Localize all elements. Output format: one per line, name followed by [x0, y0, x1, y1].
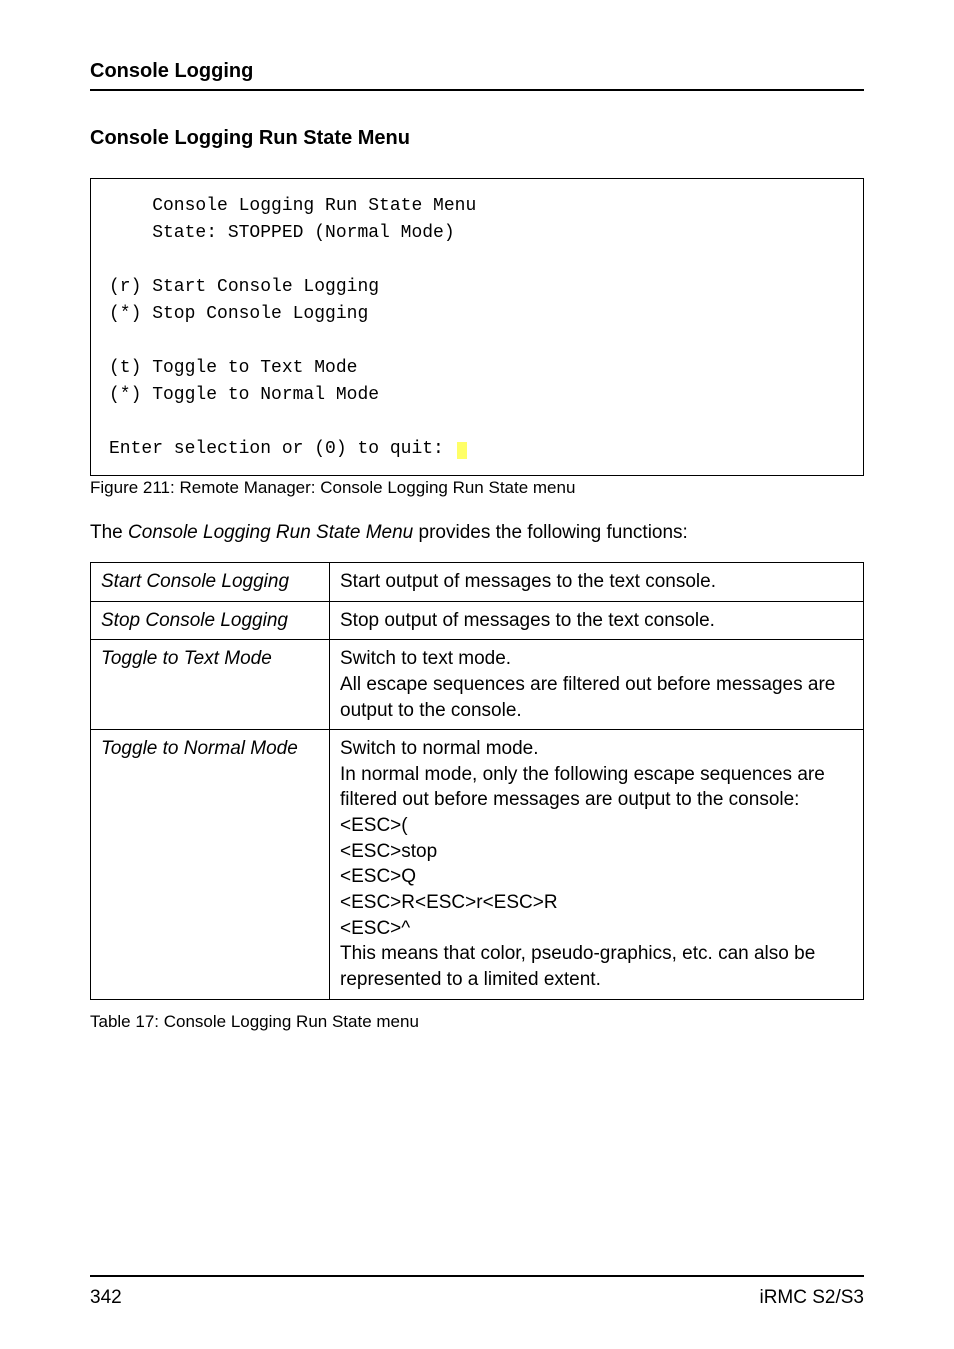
desc-line: <ESC>R<ESC>r<ESC>R: [340, 892, 558, 913]
figure-caption: Figure 211: Remote Manager: Console Logg…: [90, 478, 864, 498]
intro-emph: Console Logging Run State Menu: [128, 522, 413, 543]
func-desc: Switch to normal mode. In normal mode, o…: [330, 730, 864, 999]
desc-line: Start output of messages to the text con…: [340, 571, 716, 592]
desc-line: Stop output of messages to the text cons…: [340, 610, 715, 631]
doc-id: iRMC S2/S3: [759, 1287, 864, 1309]
console-output: Console Logging Run State Menu State: ST…: [90, 178, 864, 476]
func-desc: Start output of messages to the text con…: [330, 563, 864, 602]
console-line-6: (t) Toggle to Text Mode: [109, 358, 357, 378]
table-caption: Table 17: Console Logging Run State menu: [90, 1012, 864, 1032]
desc-line: In normal mode, only the following escap…: [340, 764, 825, 811]
console-line-0: Console Logging Run State Menu: [109, 196, 476, 216]
func-name: Start Console Logging: [91, 563, 330, 602]
cursor-icon: [457, 442, 467, 459]
desc-line: <ESC>stop: [340, 841, 437, 862]
func-name: Stop Console Logging: [91, 601, 330, 640]
console-line-7: (*) Toggle to Normal Mode: [109, 385, 379, 405]
console-line-9: Enter selection or (0) to quit:: [109, 439, 455, 459]
functions-table: Start Console Logging Start output of me…: [90, 562, 864, 1000]
page-number: 342: [90, 1287, 122, 1309]
page-header-title: Console Logging: [90, 60, 864, 91]
func-desc: Switch to text mode. All escape sequence…: [330, 640, 864, 730]
console-line-1: State: STOPPED (Normal Mode): [109, 223, 455, 243]
table-row: Start Console Logging Start output of me…: [91, 563, 864, 602]
intro-text: The Console Logging Run State Menu provi…: [90, 522, 864, 544]
desc-line: <ESC>Q: [340, 866, 416, 887]
subsection-title: Console Logging Run State Menu: [90, 127, 864, 150]
desc-line: Switch to text mode.: [340, 648, 511, 669]
func-name: Toggle to Text Mode: [91, 640, 330, 730]
table-row: Toggle to Normal Mode Switch to normal m…: [91, 730, 864, 999]
desc-line: Switch to normal mode.: [340, 738, 539, 759]
table-row: Stop Console Logging Stop output of mess…: [91, 601, 864, 640]
desc-line: <ESC>(: [340, 815, 408, 836]
intro-suffix: provides the following functions:: [413, 522, 688, 543]
intro-prefix: The: [90, 522, 128, 543]
desc-line: This means that color, pseudo-graphics, …: [340, 943, 815, 990]
func-desc: Stop output of messages to the text cons…: [330, 601, 864, 640]
desc-line: All escape sequences are filtered out be…: [340, 674, 835, 721]
page-footer: 342 iRMC S2/S3: [90, 1275, 864, 1309]
console-line-4: (*) Stop Console Logging: [109, 304, 368, 324]
console-line-3: (r) Start Console Logging: [109, 277, 379, 297]
func-name: Toggle to Normal Mode: [91, 730, 330, 999]
table-row: Toggle to Text Mode Switch to text mode.…: [91, 640, 864, 730]
desc-line: <ESC>^: [340, 918, 410, 939]
